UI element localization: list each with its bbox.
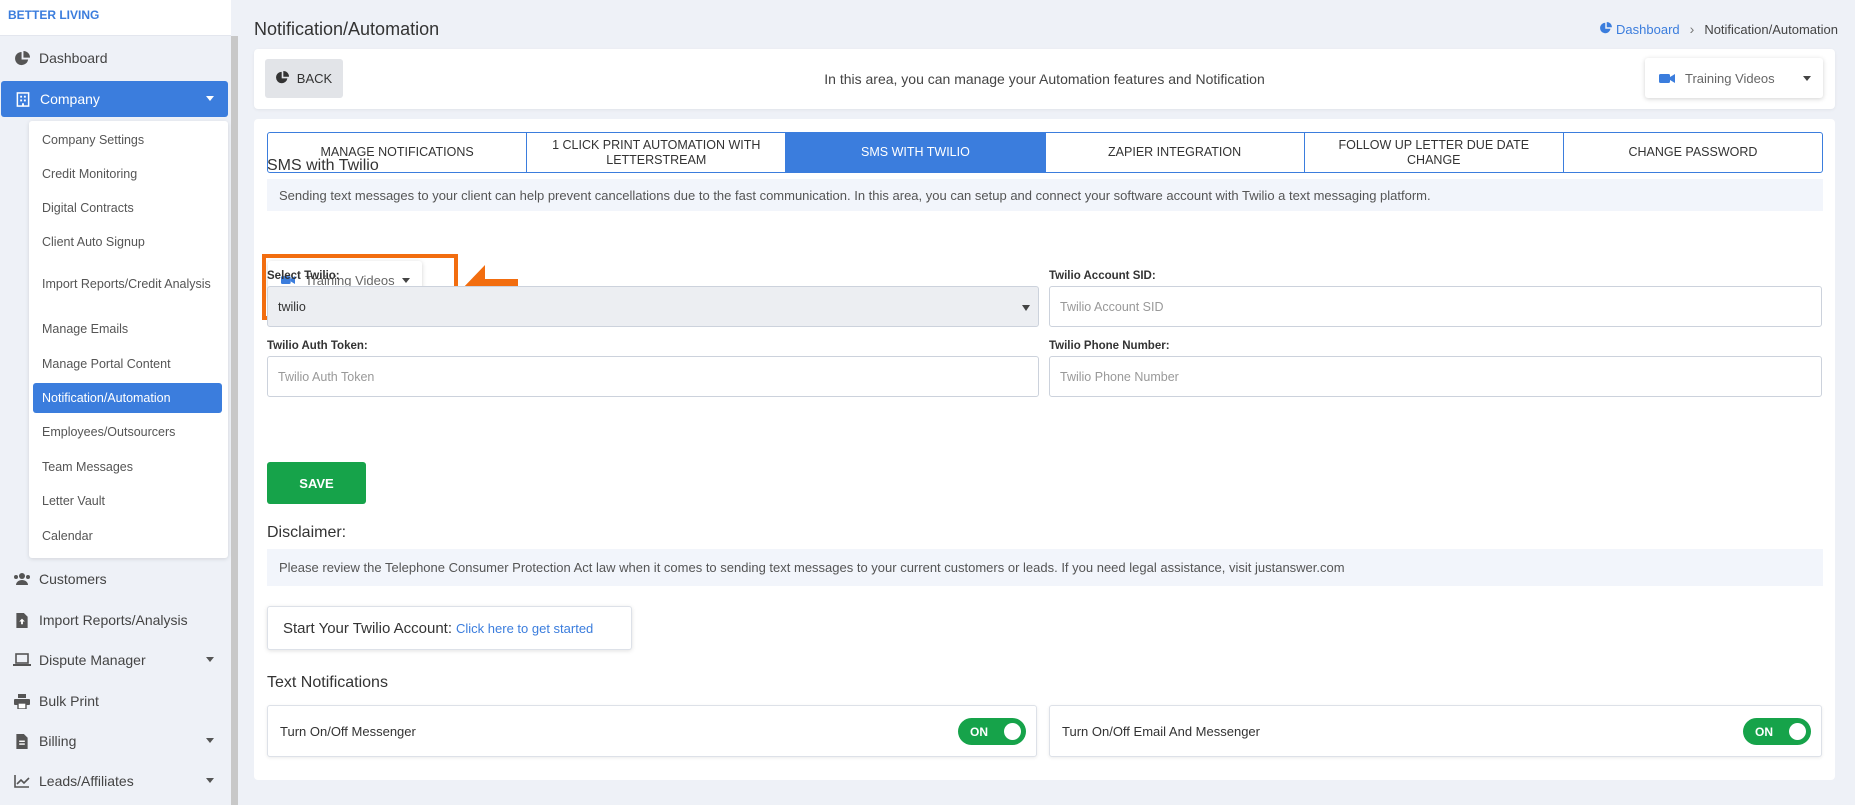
laptop-icon (13, 652, 31, 668)
email-messenger-toggle-card: Turn On/Off Email And Messenger ON (1049, 705, 1822, 757)
topbar-info-text: In this area, you can manage your Automa… (824, 71, 1265, 87)
top-bar: BACK In this area, you can manage your A… (254, 49, 1835, 109)
start-twilio-account-box: Start Your Twilio Account: Click here to… (267, 606, 632, 650)
submenu-item-manage-portal-content[interactable]: Manage Portal Content (33, 349, 222, 379)
chevron-down-icon (206, 778, 214, 783)
select-twilio-label: Select Twilio: (267, 270, 340, 282)
sidebar-item-label: Dashboard (39, 50, 108, 66)
submenu-item-company-settings[interactable]: Company Settings (33, 125, 222, 155)
sidebar-item-dashboard[interactable]: Dashboard (0, 40, 228, 76)
sidebar-item-label: Bulk Print (39, 693, 99, 709)
sidebar-item-billing[interactable]: Billing (0, 723, 228, 759)
get-started-link[interactable]: Click here to get started (456, 621, 593, 636)
sidebar-scrollbar[interactable] (231, 36, 238, 805)
submenu-item-digital-contracts[interactable]: Digital Contracts (33, 193, 222, 223)
text-notifications-title: Text Notifications (267, 674, 388, 691)
pie-chart-icon (13, 50, 31, 66)
sidebar-item-customers[interactable]: Customers (0, 561, 228, 597)
tab-follow-up-letter-due-date[interactable]: FOLLOW UP LETTER DUE DATE CHANGE (1305, 133, 1564, 172)
tab-sms-with-twilio[interactable]: SMS WITH TWILIO (786, 133, 1046, 172)
tab-print-automation-letterstream[interactable]: 1 CLICK PRINT AUTOMATION WITH LETTERSTRE… (527, 133, 787, 172)
disclaimer-title: Disclaimer: (267, 524, 347, 541)
messenger-toggle-switch[interactable]: ON (958, 718, 1026, 745)
submenu-item-credit-monitoring[interactable]: Credit Monitoring (33, 159, 222, 189)
submenu-item-team-messages[interactable]: Team Messages (33, 452, 222, 482)
submenu-item-letter-vault[interactable]: Letter Vault (33, 486, 222, 516)
line-chart-icon (13, 773, 31, 789)
pie-chart-icon (1600, 21, 1613, 37)
start-twilio-label: Start Your Twilio Account: (283, 619, 452, 637)
chevron-down-icon (206, 657, 214, 662)
main-card: MANAGE NOTIFICATIONS 1 CLICK PRINT AUTOM… (254, 119, 1835, 780)
training-videos-label: Training Videos (1685, 70, 1775, 86)
submenu-item-client-auto-signup[interactable]: Client Auto Signup (33, 227, 222, 257)
messenger-toggle-card: Turn On/Off Messenger ON (267, 705, 1037, 757)
file-upload-icon (13, 612, 31, 628)
account-sid-label: Twilio Account SID: (1049, 270, 1156, 282)
auth-token-input[interactable]: Twilio Auth Token (267, 356, 1039, 397)
sidebar-item-label: Billing (39, 733, 77, 749)
breadcrumb-dashboard-link[interactable]: Dashboard (1616, 22, 1680, 37)
breadcrumb: Dashboard › Notification/Automation (1600, 21, 1838, 37)
sidebar-item-company[interactable]: Company (1, 81, 228, 117)
sidebar: BETTER LIVING Dashboard Company Company … (0, 0, 238, 805)
phone-number-label: Twilio Phone Number: (1049, 340, 1170, 352)
toggle-state: ON (1755, 724, 1773, 739)
toggle-knob (1789, 723, 1806, 740)
users-icon (13, 571, 31, 587)
toggle-knob (1004, 723, 1021, 740)
breadcrumb-current: Notification/Automation (1704, 21, 1838, 37)
sidebar-item-label: Dispute Manager (39, 652, 146, 668)
phone-number-input[interactable]: Twilio Phone Number (1049, 356, 1822, 397)
page-title: Notification/Automation (254, 19, 440, 39)
toggle-state: ON (970, 724, 988, 739)
chevron-down-icon (1022, 305, 1030, 311)
company-submenu: Company Settings Credit Monitoring Digit… (29, 121, 228, 558)
sidebar-item-label: Company (40, 91, 100, 107)
sms-intro-text: Sending text messages to your client can… (267, 179, 1823, 211)
brand-logo[interactable]: BETTER LIVING (0, 0, 231, 36)
sidebar-item-leads-affiliates[interactable]: Leads/Affiliates (0, 763, 228, 799)
chevron-down-icon (206, 96, 214, 101)
chevron-right-icon: › (1689, 21, 1695, 37)
building-icon (14, 91, 32, 107)
submenu-item-notification-automation[interactable]: Notification/Automation (33, 383, 222, 413)
chevron-down-icon (1803, 76, 1811, 81)
sidebar-item-label: Leads/Affiliates (39, 773, 134, 789)
disclaimer-text: Please review the Telephone Consumer Pro… (267, 549, 1823, 586)
tab-change-password[interactable]: CHANGE PASSWORD (1564, 133, 1822, 172)
email-messenger-toggle-switch[interactable]: ON (1743, 718, 1811, 745)
auth-token-label: Twilio Auth Token: (267, 340, 368, 352)
printer-icon (13, 693, 31, 709)
chevron-down-icon (206, 738, 214, 743)
submenu-item-employees-outsourcers[interactable]: Employees/Outsourcers (33, 417, 222, 447)
tab-zapier-integration[interactable]: ZAPIER INTEGRATION (1046, 133, 1305, 172)
submenu-item-manage-emails[interactable]: Manage Emails (33, 314, 222, 344)
save-button[interactable]: SAVE (267, 462, 366, 504)
messenger-toggle-label: Turn On/Off Messenger (280, 723, 416, 739)
sidebar-item-import-reports[interactable]: Import Reports/Analysis (0, 602, 228, 638)
sidebar-item-label: Import Reports/Analysis (39, 612, 188, 628)
tab-bar: MANAGE NOTIFICATIONS 1 CLICK PRINT AUTOM… (267, 132, 1823, 173)
training-videos-dropdown-top[interactable]: Training Videos (1645, 58, 1823, 98)
select-twilio-value: twilio (278, 299, 306, 314)
sms-section-title: SMS with Twilio (267, 157, 379, 174)
sidebar-item-bulk-print[interactable]: Bulk Print (0, 683, 228, 719)
email-messenger-toggle-label: Turn On/Off Email And Messenger (1062, 723, 1260, 739)
sidebar-item-label: Customers (39, 571, 107, 587)
sidebar-item-dispute-manager[interactable]: Dispute Manager (0, 642, 228, 678)
select-twilio-dropdown[interactable]: twilio (267, 286, 1039, 327)
video-camera-icon (1659, 73, 1675, 84)
submenu-item-calendar[interactable]: Calendar (33, 521, 222, 551)
submenu-item-import-reports[interactable]: Import Reports/Credit Analysis (33, 264, 222, 304)
account-sid-input[interactable]: Twilio Account SID (1049, 286, 1822, 327)
invoice-icon (13, 733, 31, 749)
